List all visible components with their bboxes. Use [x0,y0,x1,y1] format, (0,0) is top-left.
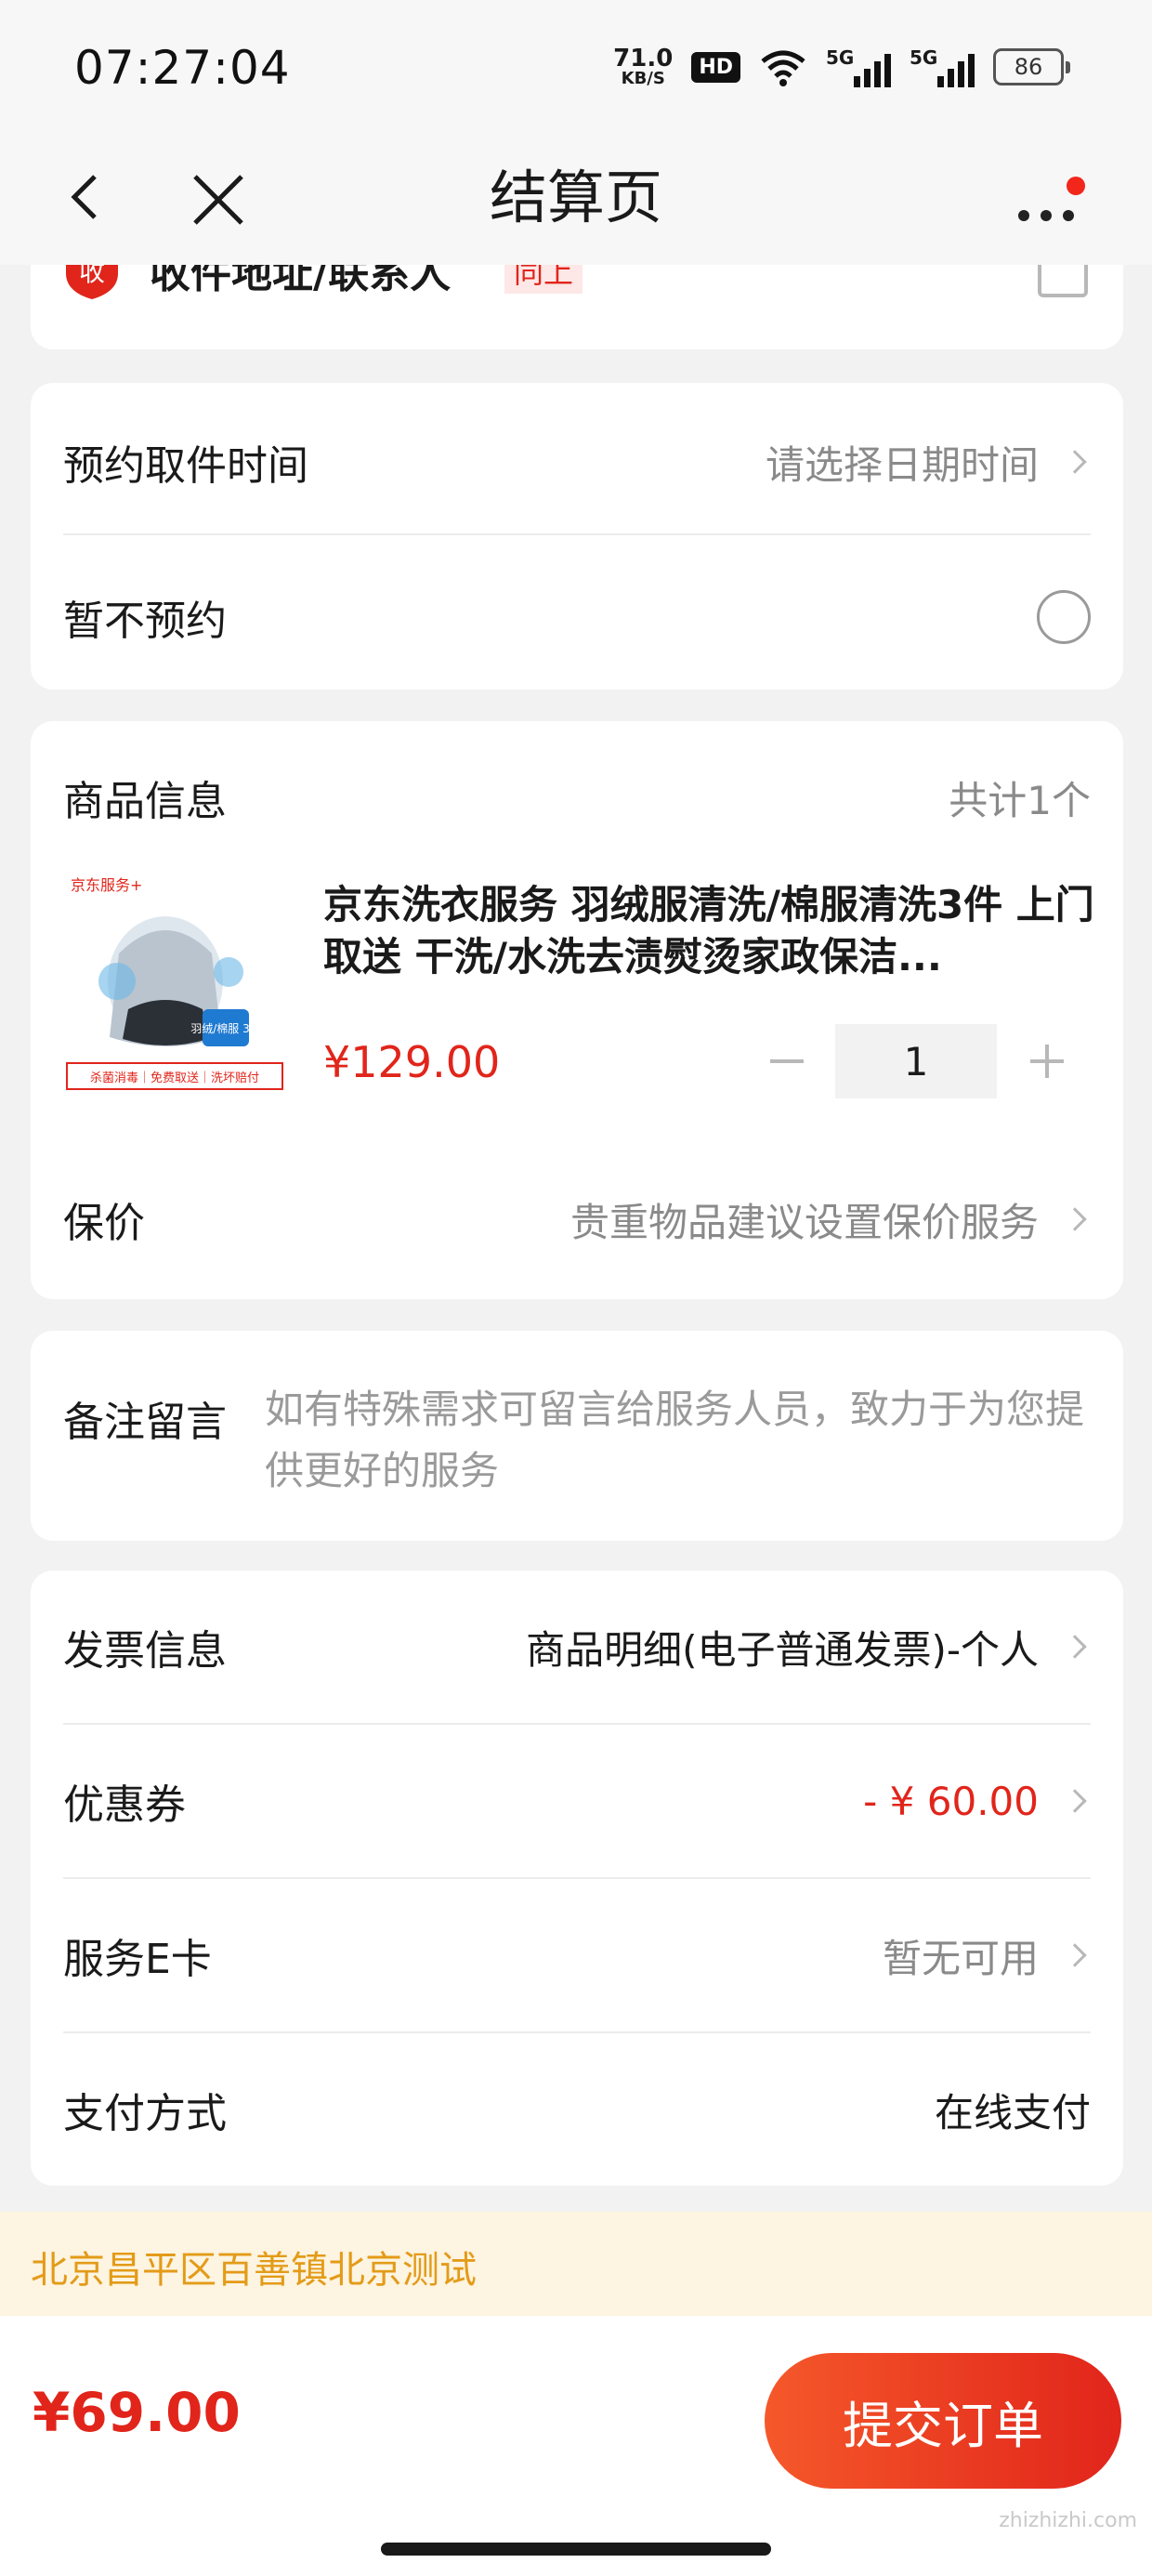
pickup-time-label: 预约取件时间 [63,442,308,490]
divider [63,1877,1091,1879]
home-indicator[interactable] [381,2543,771,2556]
net-speed-value: 71.0 [613,45,674,72]
product-count: 共计1个 [949,777,1091,823]
status-bar: 07:27:04 71.0 KB/S HD 5G 5G 86 [0,0,1152,130]
product-title[interactable]: 京东洗衣服务 羽绒服清洗/棉服清洗3件 上门取送 干洗/水洗去渍熨烫家政保洁..… [323,879,1104,983]
no-appointment-label: 暂不预约 [63,598,227,645]
payment-card: 发票信息 商品明细(电子普通发票)-个人 优惠券 - ¥ 60.00 服务E卡 … [31,1571,1123,2186]
coupon-value-text: - ¥ 60.00 [863,1778,1039,1824]
wifi-icon [761,50,805,86]
product-card: 商品信息 共计1个 京东服务+ 羽绒/棉服 3件 杀菌消毒｜免费取送｜洗坏赔付 … [31,721,1123,1299]
minus-icon[interactable] [755,1031,817,1092]
invoice-value: 商品明细(电子普通发票)-个人 [526,1619,1091,1676]
insurance-row[interactable]: 保价 贵重物品建议设置保价服务 [63,1182,1091,1256]
invoice-row[interactable]: 发票信息 商品明细(电子普通发票)-个人 [63,1610,1091,1684]
net-speed: 71.0 KB/S [613,46,673,87]
product-image-badge: 羽绒/棉服 3件 [190,1022,261,1035]
status-icons: 71.0 KB/S HD 5G 5G 86 [613,41,1070,93]
product-section-label: 商品信息 [63,778,227,825]
note-card: 备注留言 如有特殊需求可留言给服务人员，致力于为您提供更好的服务 [31,1331,1123,1541]
more-dots-icon[interactable] [1011,177,1085,232]
signal-1-label: 5G [826,46,855,69]
ecard-row[interactable]: 服务E卡 暂无可用 [63,1918,1091,1992]
product-price: ¥129.00 [323,1037,501,1087]
pickup-time-value-text: 请选择日期时间 [765,441,1039,488]
note-label: 备注留言 [63,1399,227,1446]
pickup-time-row[interactable]: 预约取件时间 请选择日期时间 [63,425,1091,499]
quantity-value[interactable]: 1 [835,1024,997,1098]
pickup-time-value: 请选择日期时间 [766,434,1091,491]
insurance-label: 保价 [63,1200,145,1247]
signal-2-label: 5G [910,46,938,69]
page-title: 结算页 [489,164,662,231]
insurance-value-text: 贵重物品建议设置保价服务 [569,1199,1039,1245]
coupon-value: - ¥ 60.00 [863,1779,1091,1824]
product-image-tagline: 杀菌消毒｜免费取送｜洗坏赔付 [90,1071,259,1085]
divider [63,533,1091,535]
ecard-value-text: 暂无可用 [882,1935,1039,1981]
payment-method-row: 支付方式 在线支付 [63,2072,1091,2147]
payment-method-label: 支付方式 [63,2090,227,2137]
product-image-brand: 京东服务+ [71,876,142,894]
total-price: ¥69.00 [33,2381,241,2444]
quantity-stepper: 1 [755,1024,1077,1098]
status-time: 07:27:04 [74,41,291,95]
coupon-label: 优惠券 [63,1781,186,1829]
address-strip: 北京昌平区百善镇北京测试 [0,2212,1152,2316]
battery-level: 86 [1014,54,1043,80]
chevron-right-icon [1063,450,1087,474]
chevron-right-icon [1063,1207,1087,1231]
insurance-value: 贵重物品建议设置保价服务 [570,1191,1091,1248]
watermark: zhizhizhi.com [999,2509,1137,2532]
chevron-right-icon [1063,1635,1087,1659]
net-speed-unit: KB/S [621,69,665,88]
ecard-label: 服务E卡 [63,1936,212,1983]
hd-icon: HD [691,51,740,83]
invoice-label: 发票信息 [63,1627,227,1675]
chevron-right-icon [1063,1943,1087,1967]
signal-icon-1: 5G [826,46,891,87]
nav-bar: 结算页 [0,130,1152,265]
product-header: 商品信息 共计1个 [63,760,1091,835]
signal-icon-2: 5G [910,46,975,87]
no-appointment-row[interactable]: 暂不预约 [63,580,1091,654]
chevron-right-icon [1063,1789,1087,1813]
battery-icon: 86 [993,48,1070,85]
invoice-value-text: 商品明细(电子普通发票)-个人 [526,1626,1039,1673]
ecard-value: 暂无可用 [883,1927,1091,1984]
payment-method-value: 在线支付 [934,2089,1091,2136]
notification-dot [1067,177,1085,195]
coupon-row[interactable]: 优惠券 - ¥ 60.00 [63,1764,1091,1838]
no-appointment-radio[interactable] [1037,590,1091,644]
divider [63,2031,1091,2033]
bottom-bar: ¥69.00 提交订单 [0,2316,1152,2576]
address-strip-text: 北京昌平区百善镇北京测试 [31,2249,477,2292]
divider [63,1723,1091,1725]
product-image[interactable]: 京东服务+ 羽绒/棉服 3件 杀菌消毒｜免费取送｜洗坏赔付 [63,870,286,1093]
plus-icon[interactable] [1015,1031,1077,1092]
pickup-card: 预约取件时间 请选择日期时间 暂不预约 [31,383,1123,690]
note-input[interactable]: 如有特殊需求可留言给服务人员，致力于为您提供更好的服务 [265,1379,1101,1502]
submit-order-button[interactable]: 提交订单 [765,2353,1121,2489]
